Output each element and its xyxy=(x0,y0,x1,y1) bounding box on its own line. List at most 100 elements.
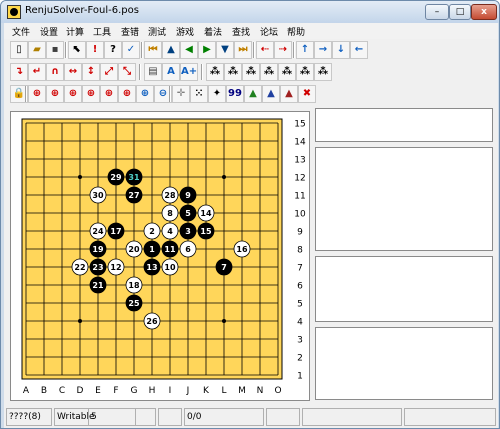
checkmark-icon[interactable]: ✓ xyxy=(122,41,140,59)
rotate-left-icon[interactable]: ↵ xyxy=(28,63,46,81)
black-stone-icon[interactable]: ✦ xyxy=(208,85,226,103)
up-triangle-icon[interactable]: ▲ xyxy=(162,41,180,59)
back-triangle-icon[interactable]: ◀ xyxy=(180,41,198,59)
exclamation-icon[interactable]: ! xyxy=(86,41,104,59)
renju-board[interactable]: 151413121110987654321A B C D E F G H I J K L M N O12 34… xyxy=(11,112,311,402)
row-label: 15 xyxy=(294,120,305,130)
stones-5-icon[interactable]: ⁂ xyxy=(278,63,296,81)
crosshair-icon[interactable]: ✛ xyxy=(172,85,190,103)
column-label: M xyxy=(238,386,246,396)
menu-item-0[interactable]: 文件 xyxy=(12,25,30,38)
number-99-icon[interactable]: 99 xyxy=(226,85,244,103)
menu-item-2[interactable]: 计算 xyxy=(66,25,84,38)
row-label: 10 xyxy=(294,210,306,220)
forward-triangle-icon[interactable]: ▶ xyxy=(198,41,216,59)
stones-4-icon[interactable]: ⁂ xyxy=(260,63,278,81)
stone-number: 9 xyxy=(185,191,191,200)
analysis-box[interactable] xyxy=(315,256,493,322)
open-folder-icon[interactable]: ▰ xyxy=(28,41,46,59)
pointer-icon[interactable]: ⬉ xyxy=(68,41,86,59)
menu-item-8[interactable]: 查找 xyxy=(232,25,250,38)
stone-number: 10 xyxy=(164,263,176,272)
triangle-blue-icon[interactable]: ▲ xyxy=(262,85,280,103)
toolbar-main: ▯ ▰ ▪ ⬉!? ✓ ⏮ ▲ ◀ ▶ ▼ ⏭ ⇠ ⇢ ↑ → ↓ ← xyxy=(4,39,498,61)
maximize-button[interactable]: □ xyxy=(449,4,471,20)
stones-2-icon[interactable]: ⁂ xyxy=(224,63,242,81)
first-move-icon[interactable]: ⏮ xyxy=(144,41,162,59)
arrow-down-icon[interactable]: ↓ xyxy=(332,41,350,59)
rotate-right-icon[interactable]: ↴ xyxy=(10,63,28,81)
dotted-icon[interactable]: ⁙ xyxy=(190,85,208,103)
diagonal-down-icon[interactable]: ⤡ xyxy=(118,63,136,81)
merge-right-icon[interactable]: ⇢ xyxy=(274,41,292,59)
column-label: J xyxy=(186,386,190,396)
app-window: RenjuSolver-Foul-6.pos – □ x 文件 设置 计算 工具 查错测… xyxy=(0,0,500,429)
save-disk-icon[interactable]: ▪ xyxy=(46,41,64,59)
menu-item-1[interactable]: 设置 xyxy=(40,25,58,38)
status-cell-4: 0/0 xyxy=(184,408,264,426)
menu-item-7[interactable]: 着法 xyxy=(204,25,222,38)
comment-box[interactable] xyxy=(315,147,493,251)
zoom-in-icon[interactable]: ⊕ xyxy=(136,85,154,103)
close-button[interactable]: x xyxy=(471,4,497,20)
board-view-icon[interactable]: ▤ xyxy=(144,63,162,81)
stones-7-icon[interactable]: ⁂ xyxy=(314,63,332,81)
stone-number: 29 xyxy=(110,173,122,182)
stone-number: 1 xyxy=(149,245,155,254)
stone-number: 23 xyxy=(92,263,103,272)
arrow-left-icon[interactable]: ← xyxy=(350,41,368,59)
stone-number: 13 xyxy=(146,263,157,272)
flip-vertical-icon[interactable]: ↕ xyxy=(82,63,100,81)
toolbar-transform: ↴ ↵ ∩ ↔ ↕ ⤢ ⤡ ▤ A A+ ⁂ ⁂ ⁂ ⁂ ⁂ ⁂ ⁂ xyxy=(4,61,498,83)
stone-number: 7 xyxy=(221,263,227,272)
menu-item-9[interactable]: 论坛 xyxy=(260,25,278,38)
row-label: 14 xyxy=(294,138,306,148)
new-file-icon[interactable]: ▯ xyxy=(10,41,28,59)
flip-horizontal-icon[interactable]: ↔ xyxy=(64,63,82,81)
arrow-right-icon[interactable]: → xyxy=(314,41,332,59)
question-icon[interactable]: ? xyxy=(104,41,122,59)
triangle-green-icon[interactable]: ▲ xyxy=(244,85,262,103)
board-panel: 15 14 13 12 11 10 9 8 7 6 5 4 3 2 1 A B C D E F G H I J K L M N O 1 2 3 4… xyxy=(10,111,310,401)
stone-number: 31 xyxy=(128,173,140,182)
down-triangle-icon[interactable]: ▼ xyxy=(216,41,234,59)
close-x-icon[interactable]: ✖ xyxy=(298,85,316,103)
stone-number: 24 xyxy=(92,227,104,236)
stone-number: 30 xyxy=(92,191,104,200)
status-bar: ????(8) Writable 5 0/0 xyxy=(4,405,498,428)
menu-item-4[interactable]: 查错 xyxy=(121,25,139,38)
menu-item-10[interactable]: 帮助 xyxy=(287,25,305,38)
zoom-6-icon[interactable]: ⊕ xyxy=(118,85,136,103)
arrow-up-icon[interactable]: ↑ xyxy=(296,41,314,59)
font-a-icon[interactable]: A xyxy=(162,63,180,81)
info-box-top[interactable] xyxy=(315,108,493,142)
star-point xyxy=(78,175,82,179)
zoom-3-icon[interactable]: ⊕ xyxy=(64,85,82,103)
zoom-5-icon[interactable]: ⊕ xyxy=(100,85,118,103)
minimize-button[interactable]: – xyxy=(425,4,449,20)
stone-number: 8 xyxy=(167,209,173,218)
zoom-1-icon[interactable]: ⊕ xyxy=(28,85,46,103)
font-a-plus-icon[interactable]: A+ xyxy=(180,63,198,81)
stone-number: 16 xyxy=(236,245,248,254)
menu-item-5[interactable]: 测试 xyxy=(148,25,166,38)
zoom-4-icon[interactable]: ⊕ xyxy=(82,85,100,103)
title-bar[interactable]: RenjuSolver-Foul-6.pos – □ x xyxy=(1,1,499,23)
menu-item-3[interactable]: 工具 xyxy=(93,25,111,38)
row-label: 7 xyxy=(297,264,303,274)
row-label: 13 xyxy=(294,156,305,166)
main-content: 15 14 13 12 11 10 9 8 7 6 5 4 3 2 1 A B C D E F G H I J K L M N O 1 2 3 4… xyxy=(4,105,498,405)
flip-icon[interactable]: ∩ xyxy=(46,63,64,81)
last-move-icon[interactable]: ⏭ xyxy=(234,41,252,59)
triangle-red-icon[interactable]: ▲ xyxy=(280,85,298,103)
menu-item-6[interactable]: 游戏 xyxy=(176,25,194,38)
merge-left-icon[interactable]: ⇠ xyxy=(256,41,274,59)
result-box[interactable] xyxy=(315,327,493,400)
app-icon xyxy=(7,5,21,19)
diagonal-up-icon[interactable]: ⤢ xyxy=(100,63,118,81)
stones-3-icon[interactable]: ⁂ xyxy=(242,63,260,81)
stones-6-icon[interactable]: ⁂ xyxy=(296,63,314,81)
star-point xyxy=(222,175,226,179)
zoom-2-icon[interactable]: ⊕ xyxy=(46,85,64,103)
stones-1-icon[interactable]: ⁂ xyxy=(206,63,224,81)
